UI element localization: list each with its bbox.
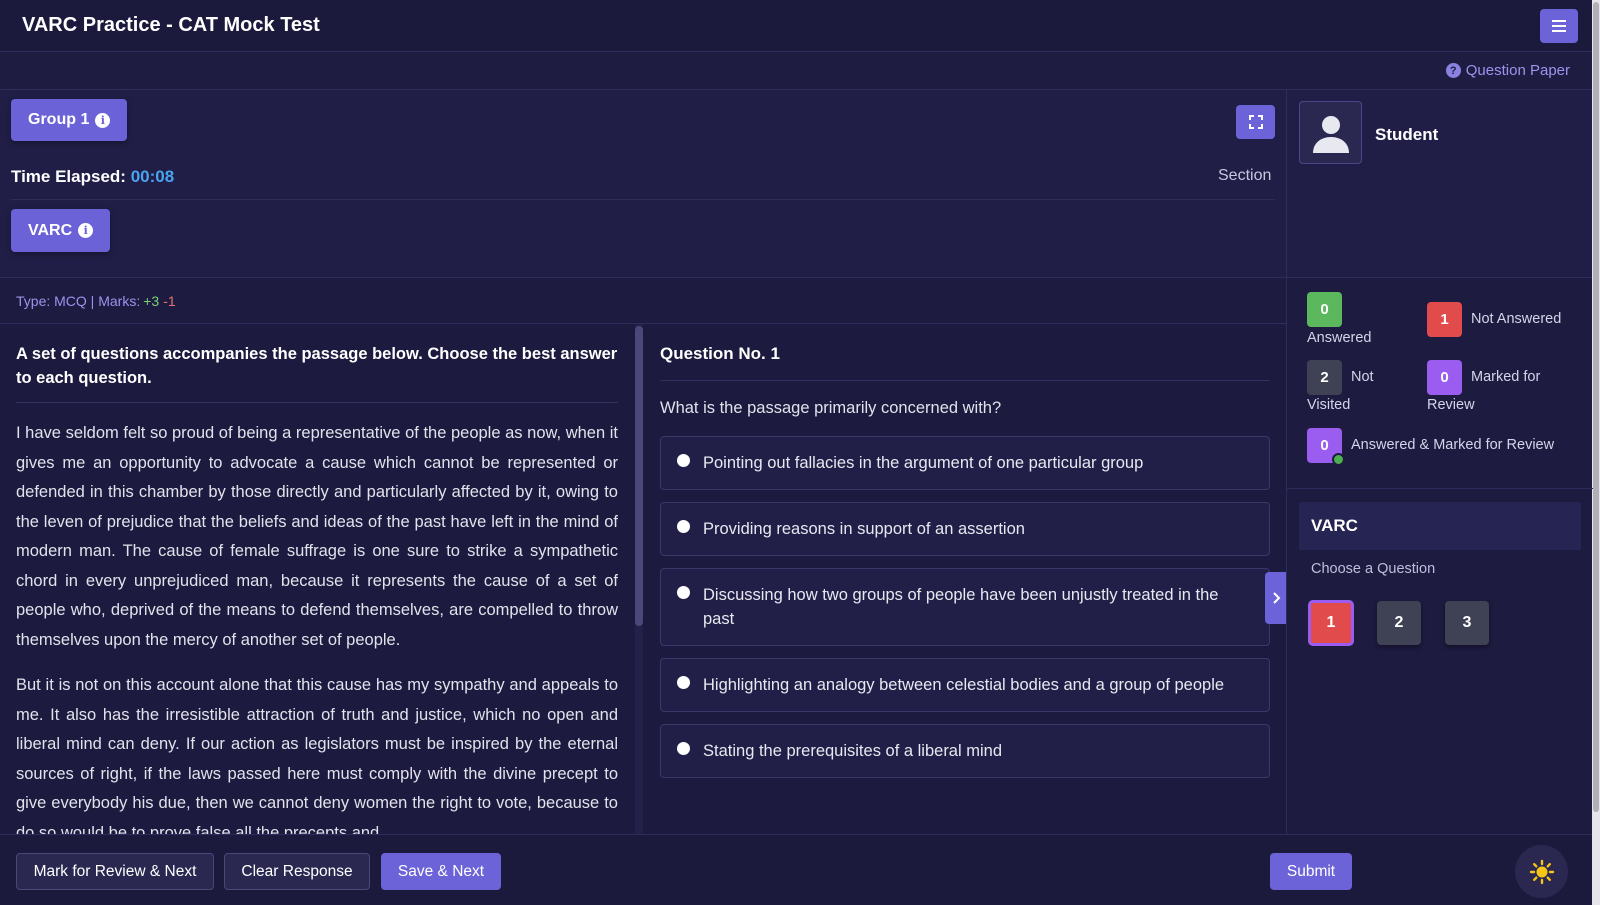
- option-text: Discussing how two groups of people have…: [703, 586, 1219, 628]
- option-4[interactable]: Highlighting an analogy between celestia…: [660, 658, 1270, 712]
- legend-marked: 0 Marked for: [1427, 360, 1540, 395]
- option-2[interactable]: Providing reasons in support of an asser…: [660, 502, 1270, 556]
- not-visited-label: Not: [1351, 369, 1374, 385]
- user-icon: [1312, 115, 1349, 153]
- option-radio[interactable]: [677, 586, 690, 599]
- passage-intro: A set of questions accompanies the passa…: [16, 342, 618, 403]
- avatar: [1299, 101, 1362, 164]
- marked-count: 0: [1427, 360, 1462, 395]
- top-bar: VARC Practice - CAT Mock Test: [0, 0, 1592, 52]
- question-palette-panel: 0 Answered 1 Not Answered 2 Not Visited …: [1286, 278, 1593, 834]
- fullscreen-icon: [1248, 115, 1263, 129]
- passage-scrollbar[interactable]: [635, 324, 643, 834]
- answered-label: Answered: [1307, 330, 1372, 346]
- palette-divider: [1287, 488, 1593, 489]
- negative-marks: -1: [163, 292, 176, 309]
- mark-review-next-button[interactable]: Mark for Review & Next: [16, 853, 214, 890]
- question-number: Question No. 1: [660, 324, 1270, 381]
- palette-section-title: VARC: [1299, 502, 1581, 550]
- option-text: Highlighting an analogy between celestia…: [703, 676, 1225, 694]
- window-scrollbar-thumb[interactable]: [1593, 2, 1599, 812]
- answered-marked-label: Answered & Marked for Review: [1351, 437, 1555, 453]
- not-answered-count: 1: [1427, 302, 1462, 337]
- question-circle-icon: ?: [1445, 63, 1461, 78]
- save-next-button[interactable]: Save & Next: [381, 853, 501, 890]
- answered-dot-icon: [1332, 453, 1345, 466]
- question-text: What is the passage primarily concerned …: [660, 399, 1002, 417]
- question-panel: Question No. 1 What is the passage prima…: [660, 324, 1270, 834]
- option-radio[interactable]: [677, 676, 690, 689]
- option-radio[interactable]: [677, 454, 690, 467]
- marked-label-2: Review: [1427, 397, 1475, 413]
- question-paper-link[interactable]: ? Question Paper: [1445, 62, 1570, 79]
- group-button[interactable]: Group 1 i: [11, 99, 128, 141]
- theme-toggle-button[interactable]: [1515, 845, 1568, 898]
- option-radio[interactable]: [677, 742, 690, 755]
- question-button-1[interactable]: 1: [1309, 601, 1353, 645]
- answered-marked-count: 0: [1307, 428, 1345, 466]
- toggle-panel-button[interactable]: [1265, 572, 1288, 624]
- chevron-right-icon: [1272, 592, 1280, 604]
- window-scrollbar[interactable]: [1592, 0, 1600, 905]
- fullscreen-button[interactable]: [1236, 105, 1275, 139]
- answered-count: 0: [1307, 292, 1342, 327]
- section-tab-varc[interactable]: VARC i: [11, 209, 111, 252]
- question-button-2[interactable]: 2: [1377, 601, 1421, 645]
- choose-question-label: Choose a Question: [1311, 561, 1436, 577]
- question-paper-bar: ? Question Paper: [0, 52, 1592, 90]
- time-label: Time Elapsed:: [11, 167, 126, 186]
- legend-answered: 0: [1307, 292, 1342, 327]
- question-button-3[interactable]: 3: [1445, 601, 1489, 645]
- option-text: Pointing out fallacies in the argument o…: [703, 454, 1144, 472]
- legend-answered-marked: 0 Answered & Marked for Review: [1307, 428, 1555, 466]
- option-radio[interactable]: [677, 520, 690, 533]
- option-1[interactable]: Pointing out fallacies in the argument o…: [660, 436, 1270, 490]
- option-5[interactable]: Stating the prerequisites of a liberal m…: [660, 724, 1270, 778]
- app-title: VARC Practice - CAT Mock Test: [22, 14, 320, 36]
- time-value: 00:08: [130, 167, 175, 186]
- time-elapsed: Time Elapsed: 00:08: [11, 167, 174, 187]
- question-type-bar: Type: MCQ | Marks: +3 -1: [0, 278, 1286, 324]
- not-answered-label: Not Answered: [1471, 311, 1562, 327]
- student-name: Student: [1375, 125, 1439, 144]
- bottom-action-bar: Mark for Review & Next Clear Response Sa…: [0, 834, 1592, 905]
- passage-paragraph: I have seldom felt so proud of being a r…: [16, 424, 618, 649]
- passage-paragraph: But it is not on this account alone that…: [16, 676, 618, 834]
- header-divider: [11, 199, 1275, 200]
- passage-panel: A set of questions accompanies the passa…: [0, 324, 636, 834]
- not-visited-label-2: Visited: [1307, 397, 1351, 413]
- question-paper-label: Question Paper: [1465, 62, 1570, 79]
- section-tab-label: VARC: [28, 221, 73, 239]
- group-label: Group 1: [28, 111, 90, 128]
- hamburger-icon: [1552, 19, 1566, 32]
- question-type-text: Type: MCQ | Marks:: [16, 292, 141, 309]
- option-text: Providing reasons in support of an asser…: [703, 520, 1025, 538]
- submit-button[interactable]: Submit: [1270, 853, 1352, 890]
- option-text: Stating the prerequisites of a liberal m…: [703, 742, 1002, 760]
- passage-scrollbar-thumb[interactable]: [635, 326, 643, 626]
- legend-not-answered: 1 Not Answered: [1427, 302, 1561, 337]
- answered-marked-number: 0: [1320, 437, 1329, 454]
- positive-marks: +3: [143, 292, 160, 309]
- profile-panel: Student: [1286, 90, 1592, 278]
- menu-button[interactable]: [1540, 8, 1578, 43]
- section-label: Section: [1218, 167, 1272, 184]
- info-icon: i: [95, 112, 111, 128]
- marked-label: Marked for: [1471, 369, 1541, 385]
- not-visited-count: 2: [1307, 360, 1342, 395]
- info-icon: i: [78, 223, 94, 238]
- legend-not-visited: 2 Not: [1307, 360, 1374, 395]
- option-3[interactable]: Discussing how two groups of people have…: [660, 568, 1270, 646]
- sun-icon: [1529, 859, 1554, 884]
- test-header: Group 1 i Time Elapsed: 00:08 Section VA…: [0, 90, 1286, 278]
- clear-response-button[interactable]: Clear Response: [224, 853, 370, 890]
